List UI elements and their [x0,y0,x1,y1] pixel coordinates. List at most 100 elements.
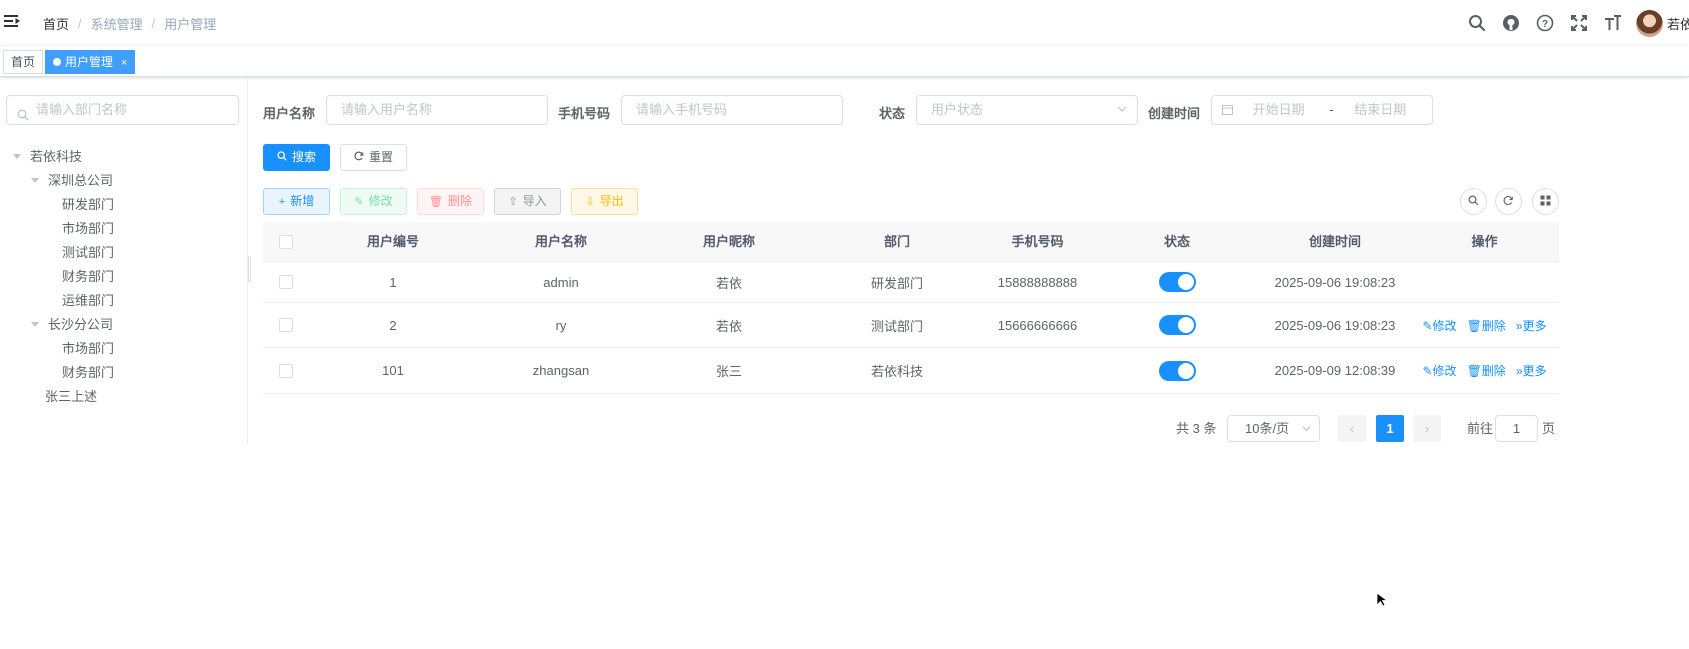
row-more-link[interactable]: »更多 [1516,362,1547,379]
add-button[interactable]: + 新增 [263,188,330,215]
username-input[interactable]: 请输入用户名称 [326,95,548,125]
tree-node[interactable]: 深圳总公司 [31,169,113,193]
cell-dept: 测试部门 [870,318,923,334]
tree-node[interactable]: 若依科技 [13,145,82,169]
cell-created-time: 2025-09-06 19:08:23 [1274,274,1396,290]
tag-user-management[interactable]: 用户管理 × [45,50,136,74]
time-label: 创建时间 [1148,106,1201,121]
splitter-handle[interactable] [248,256,251,282]
tag-home[interactable]: 首页 [3,50,44,74]
toggle-search-button[interactable] [1460,188,1487,215]
edit-icon: ✎ [1422,364,1433,378]
select-all-checkbox[interactable] [279,234,293,249]
row-more-link[interactable]: »更多 [1516,317,1547,334]
status-switch[interactable] [1158,272,1196,292]
caret-down-icon[interactable] [13,154,21,159]
navbar: 首页 / 系统管理 / 用户管理 ? 若依 [0,0,1689,46]
refresh-button[interactable] [1495,188,1522,215]
edit-icon: ✎ [1422,318,1433,333]
row-edit-link[interactable]: ✎修改 [1422,317,1456,334]
username-placeholder: 请输入用户名称 [341,102,433,117]
cell-user-id: 101 [382,363,404,378]
export-button[interactable]: ⇩ 导出 [571,188,638,215]
breadcrumb-user: 用户管理 [164,17,217,32]
search-icon[interactable] [1466,12,1488,34]
cell-status [1094,303,1260,347]
tree-node[interactable]: 财务部门 [62,265,114,289]
row-select-cell [263,262,309,302]
edit-button[interactable]: ✎ 修改 [340,188,407,215]
goto-page-input[interactable]: 1 [1495,415,1538,442]
table-row[interactable]: 101 zhangsan 张三 若依科技 2025-09-09 12:08:39… [263,348,1559,394]
user-name[interactable]: 若依 [1667,14,1689,33]
row-select-cell [263,303,309,347]
row-edit-link[interactable]: ✎修改 [1422,362,1456,379]
breadcrumb-home[interactable]: 首页 [43,14,69,33]
cell-phone [981,348,1094,393]
svg-text:?: ? [1542,19,1548,30]
tree-node[interactable]: 市场部门 [62,217,114,241]
phone-input[interactable]: 请输入手机号码 [621,95,843,125]
caret-down-icon[interactable] [31,322,39,327]
caret-down-icon[interactable] [31,178,39,183]
row-select-cell [263,348,309,393]
tag-user-management-label: 用户管理 [65,55,114,69]
edit-button-label: 修改 [368,194,393,208]
column-header: 用户昵称 [702,234,755,249]
tree-node[interactable]: 市场部门 [62,337,114,361]
table-row[interactable]: 2 ry 若依 测试部门 15666666666 2025-09-06 19:0… [263,303,1559,348]
cell-username: admin [543,274,579,290]
tree-node[interactable]: 测试部门 [62,241,114,265]
delete-button[interactable]: 🗑 删除 [417,188,484,215]
cell-ops: ✎修改 🗑删除 »更多 [1410,348,1559,393]
dept-search-input[interactable]: 请输入部门名称 [6,95,239,125]
status-switch[interactable] [1158,315,1196,335]
cell-nickname: 张三 [715,364,742,379]
page-number-current[interactable]: 1 [1376,415,1404,442]
row-delete-link[interactable]: 🗑删除 [1467,317,1506,334]
prev-page-button[interactable]: ‹ [1338,415,1366,442]
refresh-icon [354,151,364,164]
tree-node[interactable]: 研发部门 [62,193,114,217]
trash-icon: 🗑 [1466,364,1482,378]
cell-dept: 研发部门 [870,275,923,291]
tree-node-label: 深圳总公司 [48,173,114,188]
fullscreen-icon[interactable] [1568,12,1590,34]
tree-node[interactable]: 财务部门 [62,361,114,385]
question-icon[interactable]: ? [1534,12,1556,34]
reset-button[interactable]: 重置 [340,144,407,171]
next-page-button[interactable]: › [1413,415,1441,442]
page-size-select[interactable]: 10条/页 [1227,415,1320,442]
cell-user-id: 2 [389,317,397,333]
cell-created-time: 2025-09-06 19:08:23 [1274,317,1396,333]
github-icon[interactable] [1500,12,1522,34]
tree-node[interactable]: 长沙分公司 [31,313,113,337]
breadcrumb-separator: / [151,16,156,31]
status-switch[interactable] [1158,360,1196,381]
tree-node[interactable]: 张三上述 [45,385,97,409]
tag-home-label: 首页 [11,55,36,69]
close-icon[interactable]: × [121,57,127,69]
font-size-icon[interactable] [1602,12,1624,34]
phone-label: 手机号码 [558,106,611,121]
tree-node[interactable]: 运维部门 [62,289,114,313]
tree-node-label: 长沙分公司 [48,317,114,332]
search-button[interactable]: 搜索 [263,144,330,171]
date-range-picker[interactable]: 开始日期 - 结束日期 [1211,95,1433,125]
row-delete-label: 删除 [1481,364,1506,378]
row-checkbox[interactable] [279,363,293,378]
hamburger-menu-icon[interactable] [4,13,20,29]
cell-nickname: 若依 [715,275,742,291]
user-avatar[interactable] [1636,9,1663,37]
download-icon: ⇩ [585,196,595,208]
row-delete-link[interactable]: 🗑删除 [1467,362,1506,379]
end-date-placeholder: 结束日期 [1354,102,1407,117]
columns-button[interactable] [1532,188,1559,215]
column-header: 状态 [1163,234,1190,249]
table-row[interactable]: 1 admin 若依 研发部门 15888888888 2025-09-06 1… [263,262,1559,303]
status-select[interactable]: 用户状态 [916,95,1138,125]
row-checkbox[interactable] [279,318,293,332]
row-checkbox[interactable] [279,275,293,289]
phone-placeholder: 请输入手机号码 [636,102,728,117]
import-button[interactable]: ⇧ 导入 [494,188,561,215]
